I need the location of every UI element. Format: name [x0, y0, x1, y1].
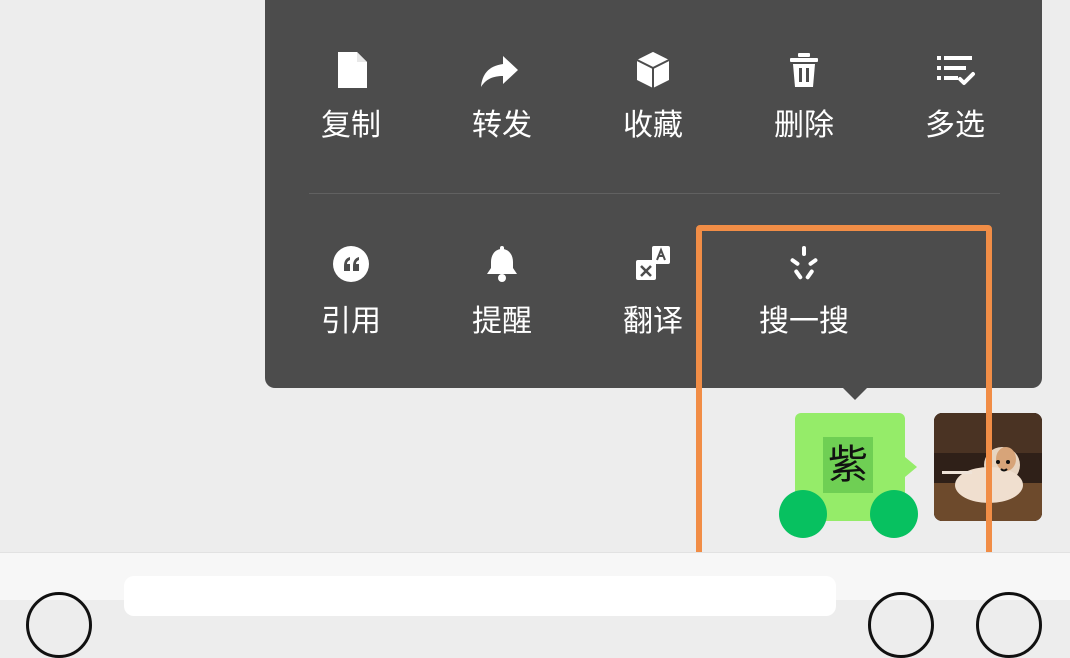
menu-translate[interactable]: 翻译	[593, 0, 713, 339]
menu-multi-select[interactable]: 多选	[895, 0, 1015, 143]
add-button[interactable]	[976, 592, 1042, 658]
menu-reminder[interactable]: 提醒	[442, 0, 562, 339]
quote-icon	[333, 246, 369, 282]
message-input[interactable]	[124, 576, 836, 616]
translate-icon	[636, 246, 670, 280]
voice-input-button[interactable]	[26, 592, 92, 658]
menu-search[interactable]: 搜一搜	[744, 0, 864, 339]
bell-icon	[487, 246, 517, 282]
menu-quote-label: 引用	[321, 304, 381, 339]
menu-multi-select-label: 多选	[925, 108, 985, 143]
emoji-button[interactable]	[868, 592, 934, 658]
menu-quote[interactable]: 引用	[291, 0, 411, 339]
menu-translate-label: 翻译	[623, 304, 683, 339]
menu-reminder-label: 提醒	[472, 304, 532, 339]
highlight-box	[696, 225, 992, 560]
menu-divider	[309, 193, 1000, 194]
multi-select-list-icon	[937, 56, 975, 85]
